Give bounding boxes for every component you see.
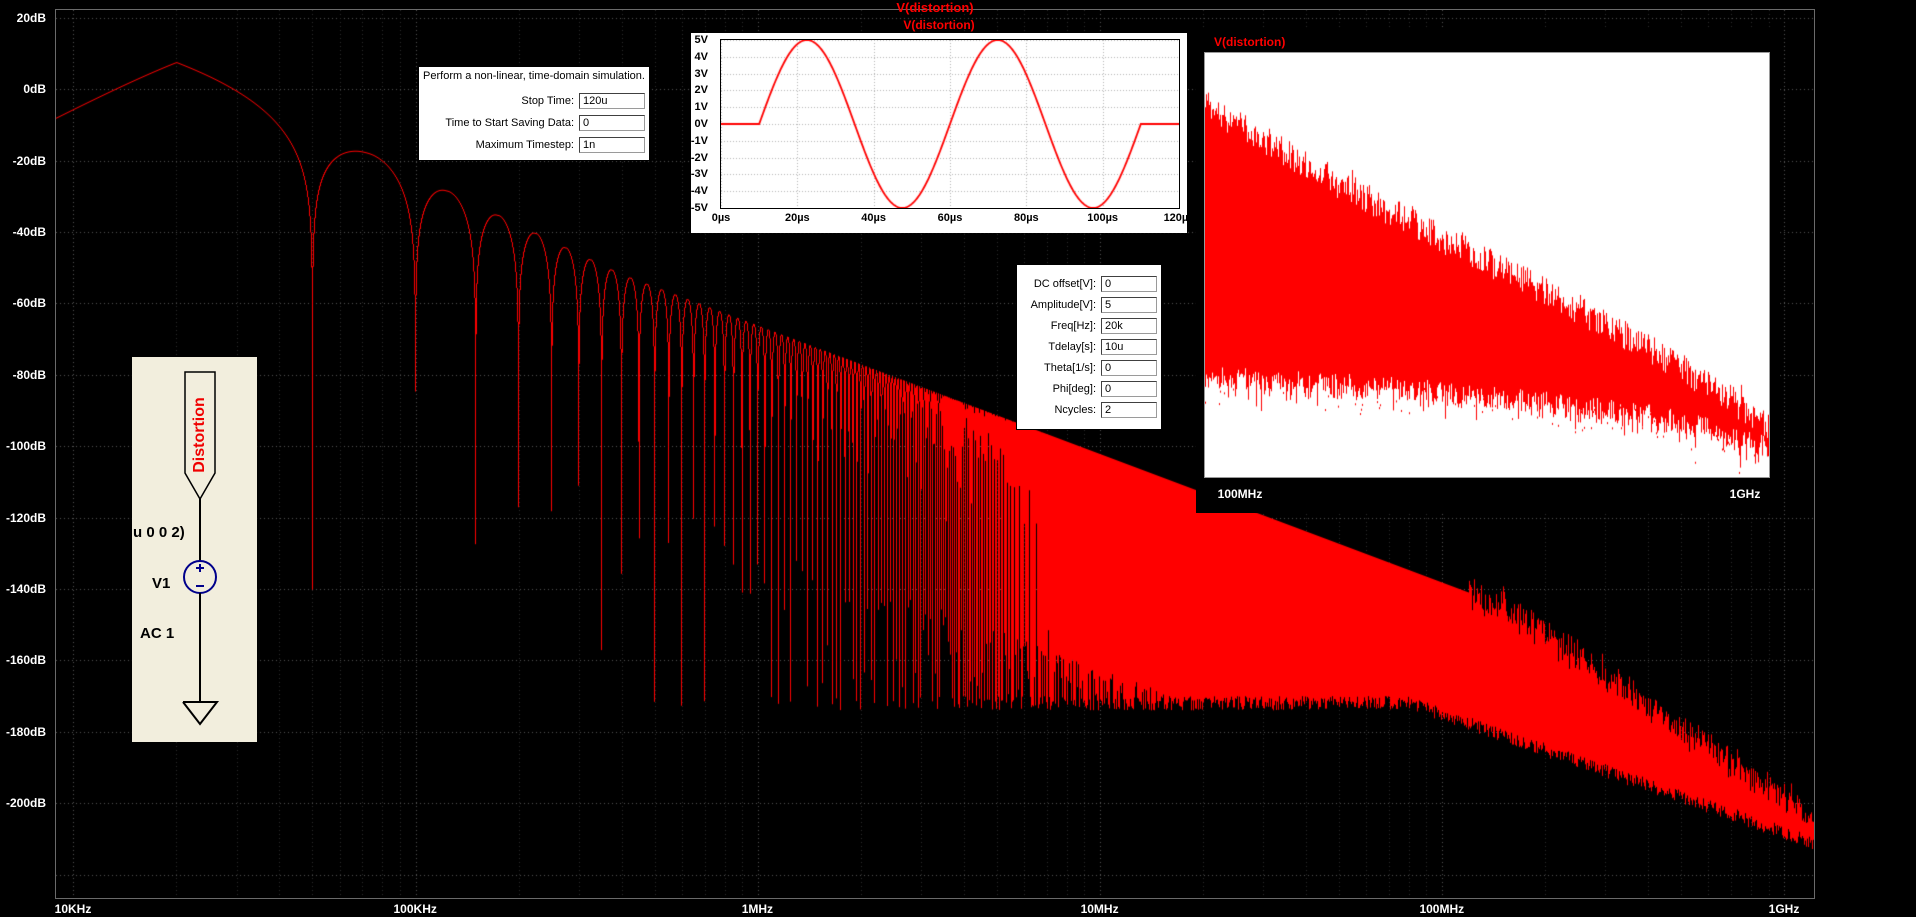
time-y-axis-label: -3V: [690, 168, 708, 181]
time-x-axis-label: 120µs: [1163, 212, 1195, 224]
dialog-row: Ncycles: 2: [1017, 402, 1157, 418]
dialog-row: Theta[1/s]: 0: [1017, 360, 1157, 376]
main-x-axis-label: 10KHz: [54, 902, 92, 916]
component-designator[interactable]: V1: [152, 575, 170, 592]
freq-label: Freq[Hz]:: [1050, 319, 1096, 332]
dialog-row: Amplitude[V]: 5: [1017, 297, 1157, 313]
main-x-axis-label: 1GHz: [1768, 902, 1800, 916]
main-y-axis-label: -80dB: [12, 367, 46, 382]
ltspice-window: V(distortion) 20dB 0dB -20dB -40dB -60dB -80d…: [0, 0, 1916, 917]
main-x-axis-label: 100MHz: [1419, 902, 1465, 916]
max-timestep-label: Maximum Timestep:: [475, 138, 574, 151]
phi-input[interactable]: 0: [1101, 381, 1157, 397]
ncycles-label: Ncycles:: [1054, 403, 1096, 416]
dialog-row: Tdelay[s]: 10u: [1017, 339, 1157, 355]
dialog-heading: Perform a non-linear, time-domain simula…: [423, 70, 645, 82]
tdelay-label: Tdelay[s]:: [1048, 340, 1096, 353]
amplitude-input[interactable]: 5: [1101, 297, 1157, 313]
theta-input[interactable]: 0: [1101, 360, 1157, 376]
stop-time-input[interactable]: 120u: [579, 93, 645, 109]
time-y-axis-label: -4V: [690, 185, 708, 198]
component-value[interactable]: AC 1: [140, 625, 174, 642]
rf-plot-area[interactable]: [1204, 52, 1770, 478]
theta-label: Theta[1/s]:: [1044, 361, 1096, 374]
dialog-row: Freq[Hz]: 20k: [1017, 318, 1157, 334]
main-y-axis-label: -180dB: [5, 724, 46, 739]
time-inset-window: [691, 33, 1187, 233]
start-saving-label: Time to Start Saving Data:: [445, 116, 574, 129]
main-y-axis-label: 20dB: [16, 10, 46, 25]
main-x-axis-label: 1MHz: [741, 902, 774, 916]
amplitude-label: Amplitude[V]:: [1030, 298, 1096, 311]
main-y-axis-label: -140dB: [5, 582, 46, 596]
max-timestep-input[interactable]: 1n: [579, 137, 645, 153]
rf-inset-title: V(distortion): [1214, 35, 1286, 49]
time-y-axis-label: 3V: [694, 67, 708, 80]
tdelay-input[interactable]: 10u: [1101, 339, 1157, 355]
dialog-row: DC offset[V]: 0: [1017, 276, 1157, 292]
dialog-row: Phi[deg]: 0: [1017, 381, 1157, 397]
time-y-axis-label: 0V: [694, 118, 708, 130]
rf-fft-canvas[interactable]: [1205, 53, 1769, 477]
main-x-axis-label: 10MHz: [1080, 902, 1119, 916]
stop-time-label: Stop Time:: [521, 94, 574, 107]
time-y-axis-label: 5V: [694, 34, 708, 46]
rf-x-axis-label: 100MHz: [1217, 487, 1263, 501]
dialog-row: Maximum Timestep: 1n: [419, 137, 645, 153]
rf-inset-window: V(distortion): [1196, 29, 1780, 513]
main-y-axis: 20dB 0dB -20dB -40dB -60dB -80dB -100dB -120dB -…: [0, 0, 50, 917]
dialog-row: Stop Time: 120u: [419, 93, 645, 109]
time-x-axis: 0µs 20µs 40µs 60µs 80µs 100µs 120µs: [0, 211, 1916, 227]
time-inset-title: V(distortion): [903, 18, 975, 32]
time-waveform-canvas[interactable]: [721, 40, 1179, 208]
ncycles-input[interactable]: 2: [1101, 402, 1157, 418]
main-plot-title: V(distortion): [896, 0, 974, 15]
ground-icon[interactable]: [182, 701, 220, 726]
time-y-axis-label: 2V: [694, 84, 708, 97]
start-saving-input[interactable]: 0: [579, 115, 645, 131]
time-y-axis-label: 4V: [694, 50, 708, 63]
time-y-axis-label: -2V: [690, 151, 708, 164]
freq-input[interactable]: 20k: [1101, 318, 1157, 334]
dialog-row: Time to Start Saving Data: 0: [419, 115, 645, 131]
main-y-axis-label: -160dB: [5, 653, 46, 668]
net-label[interactable]: Distortion: [191, 397, 209, 473]
time-y-axis-label: -1V: [690, 134, 708, 147]
rf-x-axis: 100MHz 1GHz: [0, 487, 1916, 503]
main-x-axis-label: 100KHz: [393, 902, 437, 916]
dc-offset-label: DC offset[V]:: [1033, 277, 1096, 290]
main-x-axis: 10KHz 100KHz 1MHz 10MHz 100MHz 1GHz: [0, 901, 1916, 917]
schematic-inset: Distortion u 0 0 2) V1 AC 1: [132, 357, 257, 742]
sine-source-dialog: DC offset[V]: 0 Amplitude[V]: 5 Freq[Hz]…: [1016, 264, 1162, 430]
time-y-axis-label: 1V: [694, 101, 708, 114]
main-y-axis-label: -200dB: [5, 796, 46, 811]
main-y-axis-label: -60dB: [12, 296, 46, 311]
transient-settings-dialog: Perform a non-linear, time-domain simula…: [418, 66, 650, 161]
main-y-axis-label: -20dB: [12, 153, 46, 168]
time-plot-area[interactable]: [720, 39, 1180, 209]
dc-offset-input[interactable]: 0: [1101, 276, 1157, 292]
phi-label: Phi[deg]:: [1052, 382, 1096, 395]
main-y-axis-label: -120dB: [5, 510, 46, 525]
main-y-axis-label: 0dB: [23, 82, 46, 97]
spice-directive-fragment: u 0 0 2): [133, 524, 185, 541]
rf-x-axis-label: 1GHz: [1729, 487, 1761, 501]
main-y-axis-label: -100dB: [5, 439, 46, 454]
